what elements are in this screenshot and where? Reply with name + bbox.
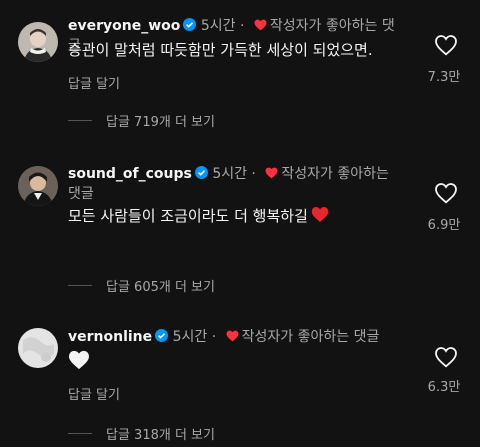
red-heart-emoji — [311, 206, 329, 223]
avatar-image — [18, 22, 58, 62]
view-more-replies-button[interactable]: 답글 605개 더 보기 — [68, 276, 215, 295]
comment-item: vernonline 5시간 · 작성자가 좋아하는 댓글 답글 달기 6.3만… — [0, 310, 480, 447]
username[interactable]: vernonline — [68, 329, 152, 345]
view-more-replies-label: 답글 605개 더 보기 — [106, 280, 215, 295]
avatar[interactable] — [18, 22, 58, 62]
comment-text — [68, 350, 400, 376]
comment-item: sound_of_coups 5시간 · 작성자가 좋아하는 댓글 모든 사람들… — [0, 150, 480, 300]
white-heart-emoji — [68, 350, 90, 370]
verified-badge-icon — [183, 18, 197, 31]
comment-header: vernonline 5시간 · 작성자가 좋아하는 댓글 — [68, 329, 380, 345]
avatar-image — [18, 328, 58, 368]
red-heart-icon — [254, 19, 267, 31]
username[interactable]: sound_of_coups — [68, 166, 192, 182]
creator-liked-label: 작성자가 좋아하는 댓글 — [241, 329, 380, 345]
view-more-replies-button[interactable]: 답글 318개 더 보기 — [68, 424, 215, 443]
reply-button[interactable]: 답글 달기 — [68, 73, 120, 92]
avatar[interactable] — [18, 328, 58, 368]
timestamp: 5시간 — [212, 166, 247, 182]
timestamp: 5시간 — [172, 329, 208, 345]
comment-text-content: 모든 사람들이 조금이라도 더 행복하길 — [68, 207, 308, 225]
heart-outline-icon[interactable] — [434, 182, 458, 204]
like-count: 6.3만 — [427, 380, 461, 395]
divider-line — [68, 120, 92, 121]
heart-outline-icon[interactable] — [434, 34, 458, 56]
view-more-replies-label: 답글 719개 더 보기 — [106, 115, 215, 130]
comment-text: 승관이 말처럼 따듯함만 가득한 세상이 되었으면. — [68, 41, 373, 59]
heart-outline-icon[interactable] — [434, 346, 458, 368]
reply-button[interactable]: 답글 달기 — [68, 384, 120, 403]
view-more-replies-label: 답글 318개 더 보기 — [106, 428, 215, 443]
red-heart-icon — [265, 167, 278, 179]
divider-line — [68, 433, 92, 434]
view-more-replies-button[interactable]: 답글 719개 더 보기 — [68, 111, 215, 130]
red-heart-icon — [226, 330, 239, 342]
comment-item: everyone_woo 5시간 · 작성자가 좋아하는 댓글 승관이 말처럼 … — [0, 0, 480, 140]
username[interactable]: everyone_woo — [68, 18, 180, 34]
comment-text: 모든 사람들이 조금이라도 더 행복하길 — [68, 206, 400, 227]
avatar[interactable] — [18, 166, 58, 206]
like-count: 7.3만 — [427, 70, 461, 85]
timestamp: 5시간 — [200, 18, 236, 34]
avatar-image — [18, 166, 58, 206]
comment-header: sound_of_coups 5시간 · 작성자가 좋아하는 댓글 — [68, 166, 389, 202]
divider-line — [68, 285, 92, 286]
verified-badge-icon — [194, 166, 208, 179]
like-count: 6.9만 — [427, 218, 461, 233]
verified-badge-icon — [155, 329, 169, 342]
